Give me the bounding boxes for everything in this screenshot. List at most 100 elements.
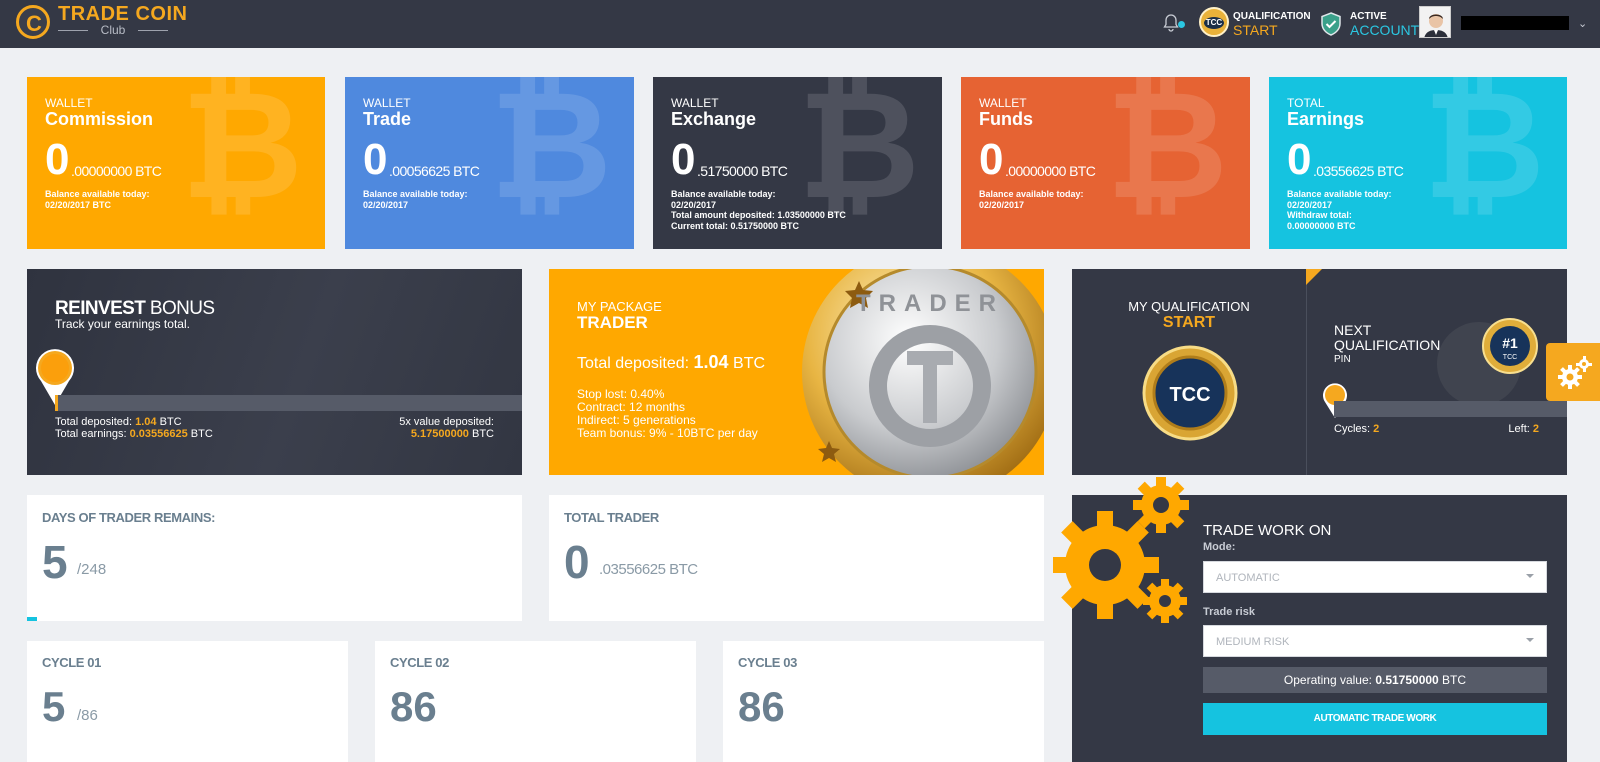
qualification-label: QUALIFICATION bbox=[1233, 11, 1311, 22]
reinvest-fivex-value: 5.17500000 bbox=[410, 428, 469, 440]
wallet-card-funds[interactable]: ₿ WALLET Funds 0 .00000000 BTC Balance a… bbox=[961, 77, 1250, 249]
wallet-title: Exchange bbox=[671, 109, 757, 129]
days-total: /248 bbox=[77, 561, 107, 578]
pin-badge-icon[interactable]: #1 TCC bbox=[1481, 317, 1539, 375]
gear-icon bbox=[1558, 356, 1592, 389]
account-status-label: ACTIVE bbox=[1350, 11, 1387, 22]
package-deposited: Total deposited: 1.04 BTC bbox=[577, 352, 765, 373]
reinvest-title-rest: BONUS bbox=[145, 298, 215, 319]
wallet-decimal: .00000000 BTC bbox=[1005, 163, 1096, 179]
reinvest-title-bold: REINVEST bbox=[55, 298, 146, 319]
next-qualification-line: QUALIFICATION bbox=[1334, 337, 1441, 353]
bitcoin-icon: ₿ bbox=[180, 77, 303, 233]
mode-select[interactable]: AUTOMATIC bbox=[1203, 561, 1547, 593]
tcc-medal-icon[interactable]: TCC bbox=[1142, 345, 1238, 441]
reinvest-subtitle: Track your earnings total. bbox=[55, 317, 190, 331]
wallet-info: Balance available today: 02/20/2017 bbox=[363, 189, 468, 210]
settings-toggle[interactable] bbox=[1546, 343, 1600, 401]
wallet-info-line: Current total: 0.51750000 BTC bbox=[671, 220, 800, 231]
qualification-divider bbox=[1306, 269, 1307, 475]
reinvest-earnings: Total earnings: 0.03556625 BTC bbox=[55, 428, 213, 440]
cycles-label: Cycles: bbox=[1334, 423, 1374, 435]
cycle-value: 86 bbox=[390, 683, 437, 730]
reinvest-totals: Total deposited: 1.04 BTC Total earnings… bbox=[55, 416, 213, 440]
trader-coin-icon: TRADER bbox=[802, 269, 1044, 475]
gears-illustration-icon bbox=[1053, 477, 1189, 623]
wallet-decimal: .00000000 BTC bbox=[71, 163, 162, 179]
qualification-badge-text: TCC bbox=[1204, 17, 1224, 29]
reinvest-earnings-label: Total earnings: bbox=[55, 428, 130, 440]
avatar[interactable] bbox=[1419, 6, 1451, 38]
wallet-info-line: Balance available today: bbox=[45, 189, 150, 199]
package-deposited-value: 1.04 bbox=[693, 352, 729, 372]
wallet-integer: 0 bbox=[1287, 135, 1312, 184]
wallet-integer: 0 bbox=[979, 135, 1004, 184]
avatar-icon bbox=[1420, 7, 1450, 37]
package-deposited-label: Total deposited: bbox=[577, 355, 694, 372]
package-caption: MY PACKAGE bbox=[577, 299, 662, 314]
cycle-card-02: CYCLE 02 86 bbox=[375, 641, 696, 762]
wallet-card-trade[interactable]: ₿ WALLET Trade 0 .00056625 BTC Balance a… bbox=[345, 77, 634, 249]
wallet-info-line: 02/20/2017 BTC bbox=[45, 199, 112, 210]
days-progress-track bbox=[27, 617, 522, 621]
wallet-info-line: Balance available today: bbox=[979, 189, 1084, 199]
wallet-info-line: Balance available today: bbox=[1287, 189, 1392, 199]
wallet-caption: TOTAL bbox=[1287, 96, 1325, 110]
qualification-value[interactable]: START bbox=[1233, 22, 1278, 38]
notification-dot bbox=[1178, 21, 1185, 28]
total-trader-label: TOTAL TRADER bbox=[564, 510, 659, 525]
qualification-progress-track bbox=[1334, 401, 1567, 417]
my-qualification-value: START bbox=[1162, 314, 1216, 331]
chevron-down-icon[interactable]: ⌄ bbox=[1578, 17, 1587, 30]
wallet-card-earnings[interactable]: ₿ TOTAL Earnings 0 .03556625 BTC Balance… bbox=[1269, 77, 1567, 249]
wallet-caption: WALLET bbox=[363, 96, 411, 110]
wallet-card-exchange[interactable]: ₿ WALLET Exchange 0 .51750000 BTC Balanc… bbox=[653, 77, 942, 249]
next-qualification-sub: PIN bbox=[1334, 354, 1351, 365]
wallet-title: Commission bbox=[45, 109, 154, 129]
account-status-value[interactable]: ACCOUNT bbox=[1350, 22, 1419, 38]
reinvest-deposited-value: 1.04 bbox=[135, 416, 157, 428]
bell-icon[interactable] bbox=[1163, 14, 1179, 32]
trade-risk-select[interactable]: MEDIUM RISK bbox=[1203, 625, 1547, 657]
wallet-title: Funds bbox=[979, 109, 1033, 129]
wallet-info: Balance available today: 02/20/2017 bbox=[979, 189, 1084, 210]
package-detail-line: Team bonus: 9% - 10BTC per day bbox=[577, 426, 758, 440]
wallet-caption: WALLET bbox=[671, 96, 719, 110]
reinvest-fivex-unit: BTC bbox=[468, 428, 494, 440]
reinvest-progress-fill bbox=[55, 395, 59, 411]
coin-engraving: TRADER bbox=[856, 290, 1004, 317]
reinvest-deposited-unit: BTC bbox=[156, 416, 182, 428]
reinvest-fivex-row: 5.17500000 BTC bbox=[399, 428, 494, 440]
wallet-decimal: .00056625 BTC bbox=[389, 163, 480, 179]
total-trader-value: 0 bbox=[564, 536, 590, 588]
cycle-total: /86 bbox=[77, 707, 98, 724]
wallet-integer: 0 bbox=[45, 135, 70, 184]
reinvest-earnings-unit: BTC bbox=[187, 428, 213, 440]
wallet-title: Trade bbox=[363, 109, 412, 129]
days-progress-fill bbox=[27, 617, 37, 621]
logo-letter: C bbox=[26, 11, 42, 36]
wallet-info: Balance available today: 02/20/2017 With… bbox=[1287, 189, 1392, 231]
total-trader-decimal: .03556625 BTC bbox=[599, 561, 698, 578]
wallet-info-line: 0.00000000 BTC bbox=[1287, 220, 1356, 231]
my-qualification-label: MY QUALIFICATION bbox=[1128, 299, 1250, 314]
cycle-label: CYCLE 01 bbox=[42, 655, 101, 670]
qualification-left: Left: 2 bbox=[1508, 423, 1539, 435]
corner-ribbon bbox=[1306, 269, 1322, 285]
tcc-medal-text: TCC bbox=[1169, 384, 1210, 406]
left-label: Left: bbox=[1508, 423, 1533, 435]
cycle-label: CYCLE 03 bbox=[738, 655, 797, 670]
bitcoin-icon: ₿ bbox=[489, 77, 612, 233]
wallet-info: Balance available today: 02/20/2017 Tota… bbox=[671, 189, 846, 231]
wallet-card-commission[interactable]: ₿ WALLET Commission 0 .00000000 BTC Bala… bbox=[27, 77, 325, 249]
left-value: 2 bbox=[1532, 423, 1539, 435]
package-title: TRADER bbox=[577, 313, 648, 332]
pin-badge-bottom: TCC bbox=[1503, 354, 1517, 361]
logo-icon[interactable]: C bbox=[16, 5, 50, 39]
automatic-trade-work-button[interactable]: AUTOMATIC TRADE WORK bbox=[1203, 703, 1547, 735]
shield-check-icon bbox=[1321, 12, 1341, 36]
qualification-badge-icon[interactable]: TCC bbox=[1199, 7, 1229, 37]
wallet-info-line: Balance available today: bbox=[363, 189, 468, 199]
wallet-integer: 0 bbox=[671, 135, 696, 184]
username-redacted[interactable] bbox=[1461, 16, 1569, 30]
